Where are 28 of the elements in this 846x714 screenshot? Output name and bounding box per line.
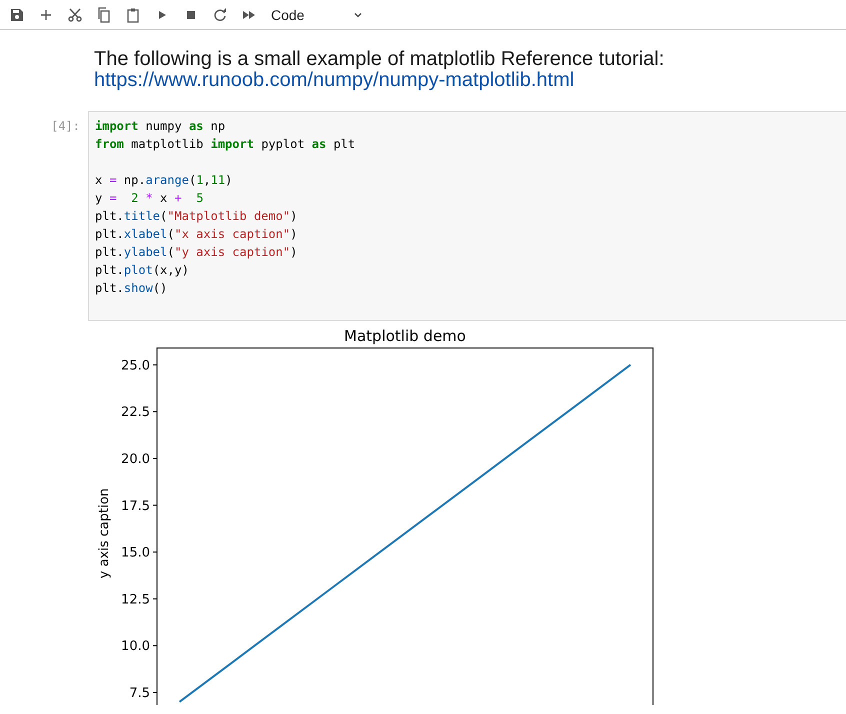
copy-icon: [96, 6, 112, 22]
y-tick-label: 20.0: [121, 452, 150, 467]
y-tick-label: 25.0: [121, 358, 150, 374]
y-tick-label: 17.5: [121, 498, 150, 514]
markdown-text: The following is a small example of matplotlib Reference tutorial:: [94, 49, 666, 70]
code-line: x = np.arange(1,11): [95, 172, 234, 189]
code-line: from matplotlib import pyplot as plt: [95, 136, 356, 153]
restart-icon: [212, 6, 228, 22]
cell-prompt: [4]:: [50, 118, 81, 135]
scissors-icon: [67, 6, 83, 22]
code-line: plt.title("Matplotlib demo"): [95, 208, 298, 225]
code-line: plt.show(): [95, 280, 168, 297]
chart-title: Matplotlib demo: [344, 329, 466, 345]
y-tick-label: 22.5: [121, 405, 150, 420]
y-tick-label: 15.0: [121, 546, 150, 561]
tutorial-link[interactable]: https://www.runoob.com/numpy/numpy-matplotlib.html: [94, 69, 574, 91]
cell-type-dropdown[interactable]: Code: [267, 4, 368, 26]
code-line: plt.xlabel("x axis caption"): [95, 226, 298, 243]
code-line: plt.ylabel("y axis caption"): [95, 244, 298, 261]
code-line: y = 2 * x + 5: [95, 190, 204, 207]
clipboard-icon: [125, 6, 141, 22]
save-icon: [9, 6, 25, 22]
y-tick-label: 10.0: [121, 639, 150, 654]
y-axis-label: y axis caption: [97, 488, 112, 578]
code-line: import numpy as np: [95, 118, 226, 135]
y-tick-label: 7.5: [129, 686, 150, 701]
y-tick-label: 12.5: [121, 592, 150, 608]
code-line: plt.plot(x,y): [95, 262, 190, 279]
